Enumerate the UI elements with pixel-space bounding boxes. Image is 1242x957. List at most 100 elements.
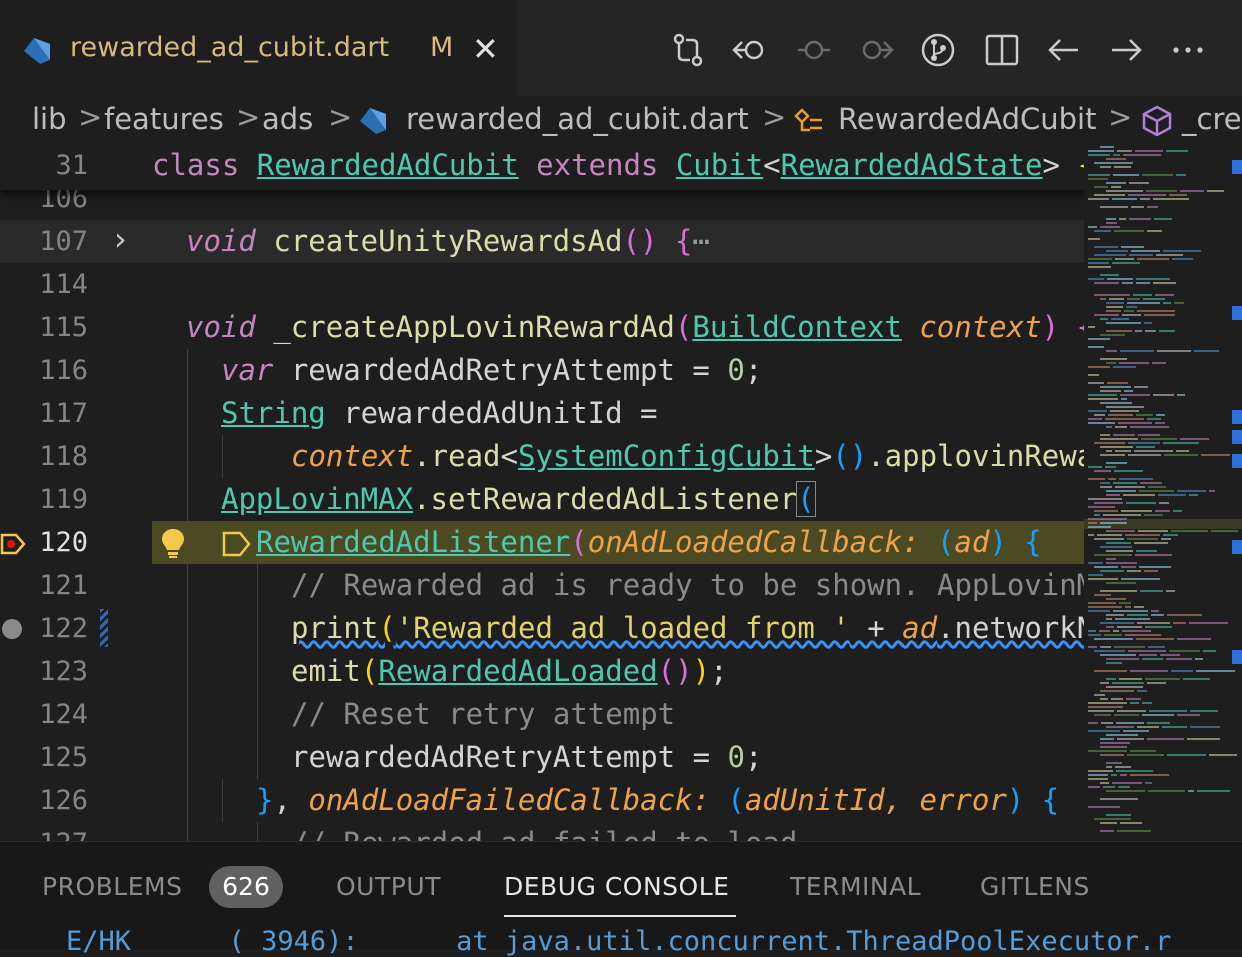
lightbulb-icon[interactable] [160,527,186,559]
tab-gitlens[interactable]: GITLENS [980,872,1090,901]
minimap[interactable] [1084,144,1242,841]
close-icon[interactable]: ✕ [472,30,499,68]
tab-debug-console[interactable]: DEBUG CONSOLE [504,872,729,901]
editor-tab-bar: rewarded_ad_cubit.dart M ✕ [0,0,1242,96]
minimap-code-line [1104,634,1122,636]
inline-breakpoint-icon[interactable] [222,531,252,557]
split-editor-icon[interactable] [982,30,1022,70]
tab-terminal[interactable]: TERMINAL [790,872,921,901]
minimap-code-line [1094,670,1127,672]
minimap-code-line [1106,462,1127,464]
minimap-code-line [1100,318,1108,320]
fold-chevron-icon[interactable]: › [114,220,127,258]
sticky-scroll-header[interactable]: 31 class RewardedAdCubit extends Cubit<R… [0,144,1084,190]
minimap-code-line [1147,206,1158,208]
line-number: 123 [39,656,88,687]
breadcrumb-item-features[interactable]: features [104,102,224,136]
circle-dot-icon[interactable] [794,30,834,70]
minimap-code-line [1103,514,1141,516]
code-line: // Reset retry attempt [291,697,676,731]
breadcrumb-item-file[interactable]: rewarded_ad_cubit.dart [406,102,749,136]
arrow-right-icon[interactable] [1106,30,1146,70]
minimap-code-line [1177,638,1211,640]
minimap-code-line [1117,710,1146,712]
line-number: 122 [39,613,88,644]
breadcrumb-item-ads[interactable]: ads [262,102,313,136]
minimap-code-line [1133,294,1152,296]
minimap-code-line [1088,338,1110,340]
minimap-code-line [1107,382,1128,384]
more-actions-icon[interactable] [1168,30,1208,70]
code-line-116[interactable]: 116 var rewardedAdRetryAttempt = 0; [0,349,1084,392]
code-line-117[interactable]: 117 String rewardedAdUnitId = [0,392,1084,435]
minimap-code-line [1130,774,1169,776]
minimap-code-line [1100,446,1133,448]
code-editor[interactable]: 31 class RewardedAdCubit extends Cubit<R… [0,144,1084,841]
breadcrumb-item-class[interactable]: RewardedAdCubit [838,102,1096,136]
compare-changes-icon[interactable] [668,30,708,70]
minimap-code-line [1142,174,1173,176]
minimap-code-line [1129,182,1149,184]
minimap-code-line [1094,414,1105,416]
code-line-125[interactable]: 125 rewardedAdRetryAttempt = 0; [0,736,1084,779]
minimap-code-line [1171,530,1208,532]
minimap-code-line [1088,418,1102,420]
minimap-code-line [1116,722,1144,724]
minimap-code-line [1128,454,1161,456]
code-line-119[interactable]: 119 AppLovinMAX.setRewardedAdListener( [0,478,1084,521]
minimap-code-line [1127,298,1140,300]
minimap-code-line [1106,530,1135,532]
code-line-124[interactable]: 124 // Reset retry attempt [0,693,1084,736]
minimap-code-line [1176,174,1186,176]
minimap-code-line [1156,414,1165,416]
minimap-code-line [1159,502,1169,504]
code-line-127[interactable]: 127 // Rewarded ad failed to load [0,822,1084,841]
minimap-code-line [1145,626,1172,628]
indent-guide [257,564,258,607]
minimap-code-line [1121,398,1127,400]
minimap-code-line [1100,682,1109,684]
arrow-left-icon[interactable] [1044,30,1084,70]
code-line-121[interactable]: 121 // Rewarded ad is ready to be shown.… [0,564,1084,607]
minimap-code-line [1130,670,1168,672]
minimap-code-line [1117,738,1144,740]
code-line-120[interactable]: 120 RewardedAdListener(onAdLoadedCallbac… [0,521,1084,564]
tab-problems[interactable]: PROBLEMS [42,872,182,901]
minimap-code-line [1088,702,1127,704]
code-line-114[interactable]: 114 [0,263,1084,306]
tab-output[interactable]: OUTPUT [336,872,441,901]
minimap-code-line [1100,690,1134,692]
minimap-code-line [1094,514,1100,516]
minimap-code-line [1094,566,1118,568]
minimap-code-line [1147,738,1184,740]
go-back-change-icon[interactable] [730,30,770,70]
breadcrumb-item-lib[interactable]: lib [32,102,67,136]
breadcrumb-item-method[interactable]: _cre [1182,102,1242,136]
git-branch-icon[interactable] [918,30,958,70]
minimap-code-line [1155,294,1174,296]
minimap-code-line [1113,434,1135,436]
minimap-code-line [1136,638,1174,640]
go-forward-change-icon[interactable] [856,30,896,70]
minimap-code-line [1115,450,1131,452]
minimap-code-line [1088,174,1110,176]
indent-guide [187,779,188,822]
editor-tab-rewarded-ad-cubit[interactable]: rewarded_ad_cubit.dart M ✕ [0,0,518,96]
code-line-126[interactable]: 126 }, onAdLoadFailedCallback: (adUnitId… [0,779,1084,822]
minimap-code-line [1169,650,1200,652]
minimap-code-line [1135,330,1142,332]
code-line-118[interactable]: 118 context.read<SystemConfigCubit>().ap… [0,435,1084,478]
minimap-code-line [1100,390,1121,392]
minimap-code-line [1119,602,1131,604]
minimap-code-line [1125,534,1160,536]
code-line-115[interactable]: 115 void _createAppLovinRewardAd(BuildCo… [0,306,1084,349]
code-line-122[interactable]: 122 print('Rewarded ad loaded from ' + a… [0,607,1084,650]
minimap-code-line [1127,754,1164,756]
code-line-123[interactable]: 123 emit(RewardedAdLoaded()); [0,650,1084,693]
minimap-code-line [1088,258,1112,260]
minimap-code-line [1100,754,1124,756]
minimap-code-line [1189,622,1228,624]
minimap-code-line [1106,222,1117,224]
code-line-107[interactable]: 107 › void createUnityRewardsAd() {⋯ [0,220,1084,263]
minimap-code-line [1211,530,1238,532]
